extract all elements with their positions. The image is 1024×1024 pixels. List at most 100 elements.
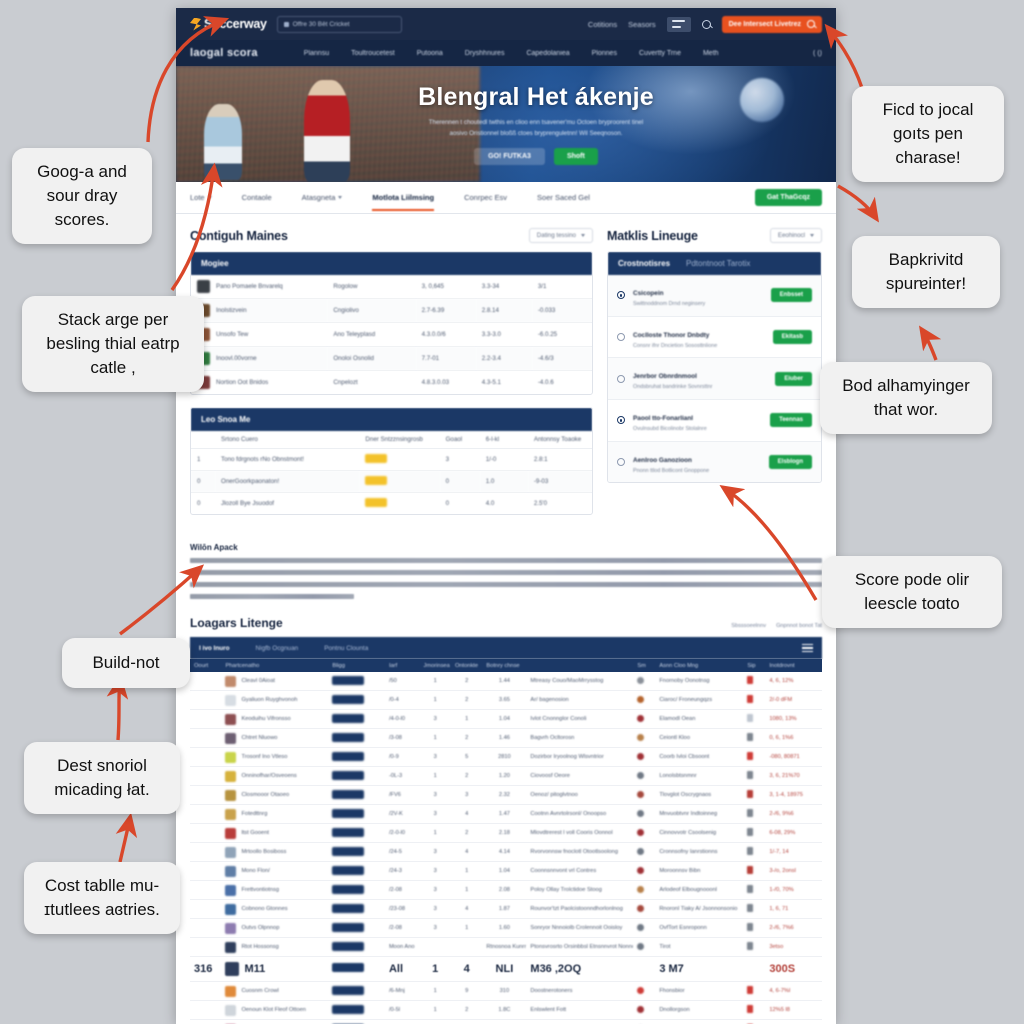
- list-item[interactable]: Jenrbor Obnrdnmool Ondsbruhat bandrinke …: [608, 358, 821, 400]
- top-link-competitions[interactable]: Cotitions: [588, 20, 617, 29]
- table-row[interactable]: Nortion Oot Bnidos Cnpelozt 4.8.3.0.03 4…: [191, 371, 592, 395]
- table-row[interactable]: Oenoun Klot Fleof Ottoen/0-5l 1 2 1.8C Enlsw…: [190, 1000, 822, 1020]
- league-club: Coenotrrosgsohn: [526, 1019, 634, 1024]
- nav-flag-icon[interactable]: ( (): [813, 50, 822, 57]
- league-title: Loagars Litenge: [190, 616, 283, 630]
- top-link-seasons[interactable]: Seasors: [628, 20, 656, 29]
- league-rank: [190, 918, 222, 938]
- nav-item-5[interactable]: Plonnes: [592, 50, 617, 57]
- filter-sliders-button[interactable]: [666, 16, 691, 32]
- nav-item-7[interactable]: Meth: [703, 50, 719, 57]
- lineup-action-button[interactable]: Eiuber: [775, 371, 812, 386]
- tab-atasgneta[interactable]: Atasgneta: [302, 193, 343, 202]
- team-dot-icon: [637, 942, 645, 950]
- hero-primary-button[interactable]: Shoft: [553, 148, 598, 166]
- table-row[interactable]: Inoovl.00vorne Onoloi Osnolid 7.7-01 2.2…: [191, 346, 592, 371]
- radio-icon-selected[interactable]: [617, 291, 625, 300]
- table-row[interactable]: Closmooor Otaoeo/FV6 3 3 2.32 Oenoz/ pitoglv…: [190, 785, 822, 805]
- table-row[interactable]: Unsofo Tew Ano Teleyplasd 4.3.0.0/6 3.3-…: [191, 322, 592, 347]
- nav-item-1[interactable]: Toultroucetest: [351, 50, 395, 57]
- league-c1: 1: [419, 823, 451, 843]
- table-row[interactable]: 316 M11 All 1 4 NLI M36 ,2OQ 3 M7 300S: [190, 956, 822, 982]
- leo-goals: 0: [445, 500, 450, 507]
- nav-logo[interactable]: laogal scora: [190, 47, 258, 59]
- league-tab-live[interactable]: l ivo Inuro: [199, 645, 230, 652]
- list-item[interactable]: Coclloste Thonor Dnbdty Consnr ifnr Dnci…: [608, 317, 821, 359]
- table-row[interactable]: Cleavl 0Aioat/50 1 2 1.44 Mtreasy Couo/MaoMr…: [190, 672, 822, 691]
- table-row[interactable]: ltst Gooent/2-0-l0 1 2 2.18 Mlovdtrerest l v…: [190, 823, 822, 843]
- league-tail: 4, 6, 1%1: [765, 1019, 822, 1024]
- radio-icon[interactable]: [617, 457, 625, 466]
- hamburger-menu-icon[interactable]: [802, 644, 813, 652]
- tab-motlota-liilmsing-active[interactable]: Motlota Liilmsing: [372, 193, 434, 211]
- search-icon[interactable]: [701, 19, 711, 29]
- table-row[interactable]: Cuosnm Crowl/6-Mnj 1 9 310 Doostnerotoners Fh…: [190, 981, 822, 1001]
- nav-item-2[interactable]: Putooria: [417, 50, 443, 57]
- tab-soer-saced-gel[interactable]: Soer Saced Gel: [537, 193, 590, 202]
- table-row[interactable]: Trosonf Ino Vtleso/0-9 3 5 2810 Dozirbor Iry…: [190, 747, 822, 767]
- tab-conrpec-esv[interactable]: Conrpec Esv: [464, 193, 507, 202]
- lineup-filter-dropdown[interactable]: Eeohinocl: [769, 228, 822, 243]
- lineup-action-button[interactable]: Teennas: [770, 413, 812, 428]
- league-tab-points[interactable]: Pontnu Clounta: [324, 645, 368, 652]
- leo-card-header: Leo Snoa Me: [191, 408, 592, 431]
- lineup-action-button[interactable]: Elsblogn: [768, 454, 812, 469]
- table-row[interactable]: Keoduihu Vifronsso/4-0-l0 3 1 1.04 Ivlot Cno…: [190, 709, 822, 729]
- radio-icon-selected[interactable]: [617, 416, 625, 425]
- table-row[interactable]: Gyaliuon Ruyghvonoh/0-4 1 2 3.65 Ar/ bagenos…: [190, 690, 822, 710]
- table-row[interactable]: Ostsome 5Avt/Nunnsg/0-5112.56Coenotrrosg…: [190, 1019, 822, 1024]
- table-row[interactable]: Frettvontiotnsg/2-08 3 1 2.08 Poloy Ollay Tr…: [190, 880, 822, 900]
- lineup-action-button[interactable]: Enbsset: [770, 288, 812, 303]
- league-bv: /50: [384, 672, 420, 691]
- team-dot-icon: [637, 828, 645, 836]
- league-player-name: Outvs Olpnnop: [241, 925, 280, 931]
- league-bv: /2-08: [384, 918, 420, 938]
- lineup-action-button[interactable]: Ekitasb: [772, 329, 812, 344]
- tab-contaole[interactable]: Contaole: [242, 193, 272, 202]
- table-row[interactable]: 0 OnerGoorkpaonaton! 0 1.0 -9-03: [191, 470, 592, 493]
- radio-icon[interactable]: [617, 332, 625, 341]
- matches-c2: 4.3-5.1: [481, 379, 501, 386]
- list-item[interactable]: Paool tto-Fonarlianl Ovulnsubd Bicolinob…: [608, 400, 821, 442]
- lineup-tab-muted[interactable]: Pdtontnoot Tarotix: [686, 259, 750, 268]
- table-row[interactable]: Onninofhar/Osveoens -0L-3 1 2 1.20 Ciovoosf O…: [190, 766, 822, 786]
- status-badge: [332, 846, 365, 856]
- lineup-tab-active[interactable]: Crostnotisres: [618, 259, 670, 268]
- nav-item-0[interactable]: Plannsu: [304, 50, 329, 57]
- table-row[interactable]: Rtot Hossonsg Moon Ano Rtnosnoa Kunrro Pton…: [190, 937, 822, 957]
- league-tool-0[interactable]: Sbsssoeelnnv: [731, 623, 766, 629]
- league-manager: Rnoronl Tiaky A/ Jsonnonsonio: [655, 899, 744, 919]
- table-row[interactable]: Mono Flon/ /24-3 3 1 1.04 Coonnsnnvont vrl Co…: [190, 861, 822, 881]
- table-row[interactable]: Fotedttnrg/2V-K 3 4 1.47 Cootnn Avnrtolrsonl…: [190, 804, 822, 824]
- hero-title: Blengral Het ákenje: [418, 82, 654, 111]
- hero-secondary-button[interactable]: GO! FUTKA3: [474, 148, 545, 166]
- league-col-9: Asnn Cloo Mng: [659, 662, 699, 669]
- table-row[interactable]: Outvs Olpnnop/2-08 3 1 1.60 Sonryor Nnnoiolb…: [190, 918, 822, 938]
- live-search-cta-button[interactable]: Dee Intersect Livetrez: [721, 15, 822, 33]
- nav-item-4[interactable]: Capedolaniea: [526, 50, 569, 57]
- league-square-cell: [743, 709, 766, 729]
- table-row[interactable]: 1 Tono fdrgnots rNo Obnstmont! 3 1/-0 2.…: [191, 448, 592, 471]
- site-logo[interactable]: Soccerway: [190, 17, 267, 31]
- table-row[interactable]: Pano Pomaele Bnvarelq Rogolow 3, 0,645 3…: [191, 275, 592, 299]
- table-row[interactable]: 0 Jlozoll Bye Jsuodof 0 4.0 2.5'0: [191, 493, 592, 515]
- table-row[interactable]: Inolstizvein Cngiolivo 2.7-6.39 2.8.14 -…: [191, 298, 592, 323]
- table-row[interactable]: Mrtoollo Bosiboss/24-5 3 4 4.14 Rvorvonnsw f…: [190, 842, 822, 862]
- table-row[interactable]: Chtret Nluowo/3-08 1 2 1.46 Bagvrh Ocltorosn…: [190, 728, 822, 748]
- list-item[interactable]: Aenlroo Ganozioon Pnonn ttlod Botlicont …: [608, 441, 821, 483]
- league-tail: 2-/6, 7%6: [765, 918, 822, 938]
- table-row[interactable]: Cobnono Gtonnes/23-08 3 4 1.87 Rounvor'tzt P…: [190, 899, 822, 919]
- nav-item-6[interactable]: Cuvertty Trne: [639, 50, 681, 57]
- matches-c1: 2.7-6.39: [415, 298, 476, 323]
- list-item[interactable]: Csicopein Swittnoddnom Drnd neginsery En…: [608, 275, 821, 317]
- matches-filter-dropdown[interactable]: Dating tessino: [528, 228, 593, 243]
- league-tool-1[interactable]: Gnpnnot bonot Tat: [776, 623, 822, 629]
- league-tab-night[interactable]: Nigfb Ocgnuan: [256, 645, 299, 652]
- league-tail: 3etso: [765, 937, 822, 957]
- promo-pill[interactable]: Offre 30 Bêt Cricket: [276, 15, 402, 33]
- tabbar-cta-button[interactable]: Gat ThaGcqz: [754, 189, 822, 206]
- league-club: Cootnn Avnrtolrsonl/ Onoopso: [526, 804, 634, 824]
- tab-lote[interactable]: Lote: [190, 193, 212, 202]
- nav-item-3[interactable]: Dryshhnures: [465, 50, 505, 57]
- radio-icon[interactable]: [617, 374, 625, 383]
